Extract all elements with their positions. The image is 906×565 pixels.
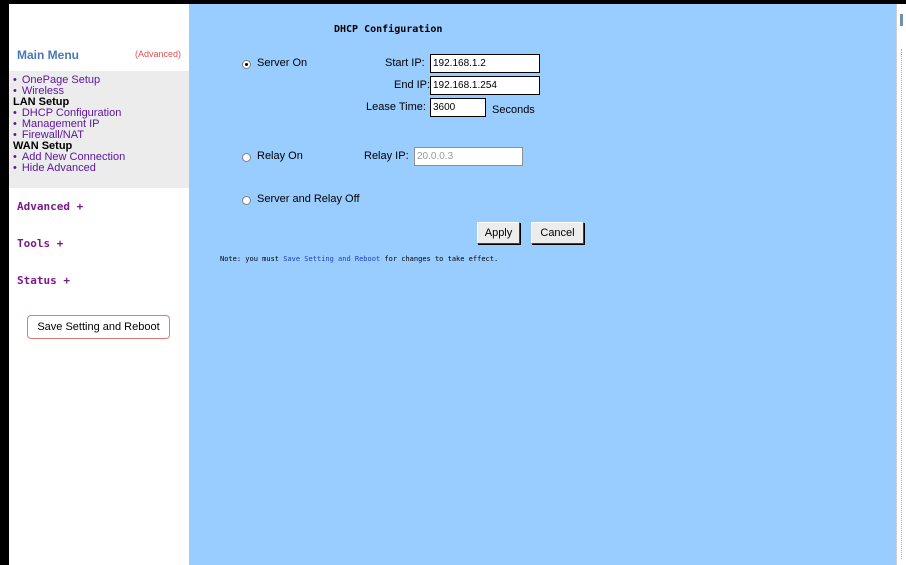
end-ip-input[interactable]: 192.168.1.254	[430, 76, 540, 95]
window-left-border	[0, 0, 9, 565]
note-text: Note: you must Save Setting and Reboot f…	[220, 255, 499, 263]
relay-on-label: Relay On	[257, 150, 303, 162]
note-save-link[interactable]: Save Setting and Reboot	[283, 255, 380, 263]
server-relay-off-label: Server and Relay Off	[257, 193, 360, 205]
section-advanced[interactable]: Advanced +	[17, 200, 83, 213]
apply-button[interactable]: Apply	[477, 222, 520, 244]
page-title: DHCP Configuration	[334, 24, 443, 35]
main-content: DHCP Configuration Server On Start IP: 1…	[189, 4, 896, 565]
server-relay-off-radio[interactable]	[242, 196, 251, 205]
lease-time-input[interactable]: 3600	[430, 98, 486, 117]
cancel-button[interactable]: Cancel	[531, 222, 584, 244]
sidebar: Main Menu (Advanced) • OnePage Setup • Wir…	[9, 4, 189, 565]
advanced-link[interactable]: (Advanced)	[135, 49, 181, 59]
relay-ip-label: Relay IP:	[364, 150, 409, 162]
server-on-label: Server On	[257, 57, 308, 69]
scrollbar[interactable]	[896, 4, 906, 565]
lease-time-label: Lease Time:	[366, 101, 426, 113]
server-on-radio[interactable]	[242, 60, 251, 69]
bullet-icon: •	[13, 162, 17, 174]
menu-item-hide-advanced[interactable]: • Hide Advanced	[13, 163, 96, 174]
start-ip-input[interactable]: 192.168.1.2	[430, 54, 540, 73]
start-ip-label: Start IP:	[385, 57, 425, 69]
main-menu-title: Main Menu	[17, 48, 79, 62]
scrollbar-thumb[interactable]	[900, 14, 903, 26]
save-setting-reboot-button[interactable]: Save Setting and Reboot	[27, 315, 170, 339]
section-status[interactable]: Status +	[17, 274, 70, 287]
section-tools[interactable]: Tools +	[17, 237, 63, 250]
lease-unit-label: Seconds	[492, 104, 535, 116]
relay-on-radio[interactable]	[242, 153, 251, 162]
end-ip-label: End IP:	[394, 79, 431, 91]
router-admin-window: Main Menu (Advanced) • OnePage Setup • Wir…	[0, 0, 906, 565]
scrollbar-track	[901, 49, 903, 559]
relay-ip-input[interactable]: 20.0.0.3	[414, 147, 523, 166]
main-menu-list: • OnePage Setup • Wireless LAN Setup • DHCP…	[9, 71, 189, 188]
